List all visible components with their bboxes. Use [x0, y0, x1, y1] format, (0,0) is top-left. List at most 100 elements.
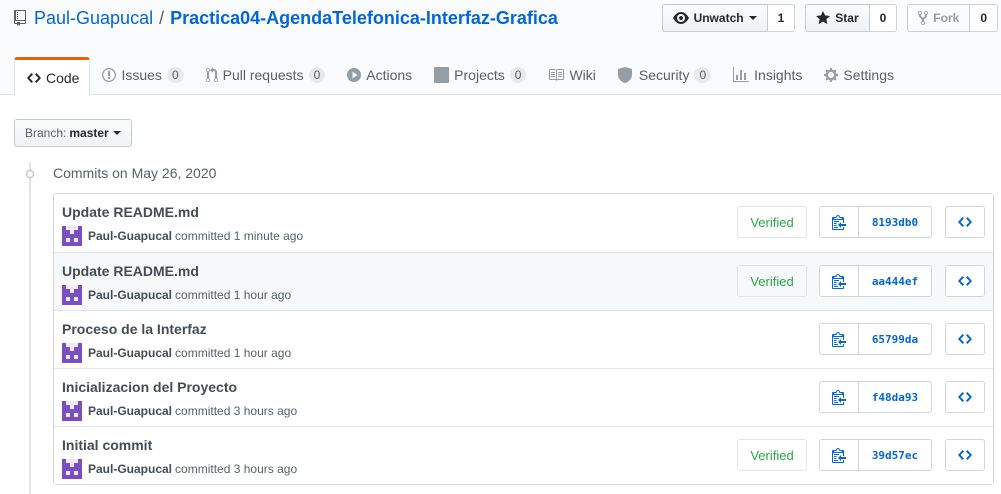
browse-files-button[interactable] — [945, 265, 985, 297]
commit-time: 3 hours ago — [233, 462, 298, 476]
watch-group: Unwatch 1 — [661, 4, 796, 32]
commit-sha-group: f48da93 — [819, 381, 932, 413]
unwatch-label: Unwatch — [693, 11, 744, 25]
branch-value: master — [69, 126, 109, 140]
verified-badge[interactable]: Verified — [737, 439, 807, 471]
commit-sha-link[interactable]: 65799da — [859, 323, 932, 355]
tab-insights-label: Insights — [754, 67, 803, 83]
eye-icon — [672, 12, 689, 24]
tab-security-label: Security — [638, 67, 690, 83]
tab-settings-label: Settings — [843, 67, 894, 83]
graph-icon — [733, 67, 750, 82]
verified-badge[interactable]: Verified — [737, 265, 807, 297]
commits-date-heading: Commits on May 26, 2020 — [53, 165, 217, 181]
fork-icon — [918, 10, 929, 26]
commit-message[interactable]: Update README.md — [62, 204, 199, 220]
commit-list: Update README.md Paul-Guapucal committed… — [53, 193, 994, 485]
commit-meta: Paul-Guapucal committed 1 hour ago — [62, 285, 291, 305]
unwatch-button[interactable]: Unwatch — [661, 4, 768, 32]
commit-sha-group: 65799da — [819, 323, 932, 355]
tab-actions-label: Actions — [366, 67, 413, 83]
tab-wiki[interactable]: Wiki — [536, 57, 605, 95]
branch-select-button[interactable]: Branch: master — [14, 119, 132, 147]
stargazers-count[interactable]: 0 — [869, 4, 898, 32]
commit-author[interactable]: Paul-Guapucal — [88, 229, 172, 243]
commit-message[interactable]: Inicializacion del Proyecto — [62, 379, 237, 395]
avatar[interactable] — [62, 401, 82, 421]
avatar[interactable] — [62, 226, 82, 246]
star-label: Star — [835, 11, 859, 25]
repo-actions: Unwatch 1 Star 0 Fork 0 — [652, 4, 998, 32]
commit-meta: Paul-Guapucal committed 3 hours ago — [62, 401, 297, 421]
commit-author[interactable]: Paul-Guapucal — [88, 346, 172, 360]
watchers-count[interactable]: 1 — [767, 4, 796, 32]
avatar[interactable] — [62, 285, 82, 305]
avatar[interactable] — [62, 459, 82, 479]
commit-time: 1 minute ago — [233, 229, 304, 243]
avatar[interactable] — [62, 343, 82, 363]
commit-sha-group: 39d57ec — [819, 439, 932, 471]
commit-author[interactable]: Paul-Guapucal — [88, 404, 172, 418]
tab-pull-requests-label: Pull requests — [222, 67, 304, 83]
caret-down-icon — [112, 131, 121, 135]
commit-action: committed — [175, 462, 231, 476]
browse-files-button[interactable] — [945, 439, 985, 471]
commit-sha-link[interactable]: 8193db0 — [859, 206, 932, 238]
commit-sha-link[interactable]: aa444ef — [859, 265, 932, 297]
commit-message[interactable]: Update README.md — [62, 263, 199, 279]
browse-files-button[interactable] — [945, 381, 985, 413]
commit-row: Initial commit Paul-Guapucal committed 3… — [54, 426, 993, 484]
commit-sha-link[interactable]: f48da93 — [859, 381, 932, 413]
commit-message[interactable]: Proceso de la Interfaz — [62, 321, 207, 337]
path-separator: / — [159, 7, 165, 28]
repo-title: Paul-Guapucal / Practica04-AgendaTelefon… — [14, 6, 558, 30]
forks-count[interactable]: 0 — [970, 4, 998, 32]
tab-insights[interactable]: Insights — [721, 57, 812, 95]
tab-settings[interactable]: Settings — [812, 57, 904, 95]
copy-sha-button[interactable] — [819, 323, 859, 355]
commit-time: 1 hour ago — [233, 346, 292, 360]
code-icon — [958, 450, 972, 460]
copy-sha-button[interactable] — [819, 381, 859, 413]
repo-owner-link[interactable]: Paul-Guapucal — [34, 8, 153, 29]
tab-issues[interactable]: Issues 0 — [90, 57, 193, 95]
repo-name-link[interactable]: Practica04-AgendaTelefonica-Interfaz-Gra… — [170, 8, 558, 29]
commit-action: committed — [175, 288, 231, 302]
verified-badge[interactable]: Verified — [737, 206, 807, 238]
commit-author[interactable]: Paul-Guapucal — [88, 288, 172, 302]
star-button[interactable]: Star — [805, 4, 870, 32]
issues-counter: 0 — [166, 67, 184, 83]
commit-row: Inicializacion del Proyecto Paul-Guapuca… — [54, 368, 993, 426]
pull-request-icon — [205, 67, 218, 83]
copy-sha-button[interactable] — [819, 206, 859, 238]
fork-button[interactable]: Fork — [907, 4, 971, 32]
fork-group: Fork 0 — [907, 4, 998, 32]
copy-sha-button[interactable] — [819, 439, 859, 471]
commit-row: Update README.md Paul-Guapucal committed… — [54, 194, 993, 252]
clipboard-icon — [832, 390, 846, 405]
commit-action: committed — [175, 404, 231, 418]
tab-code[interactable]: Code — [14, 57, 91, 96]
browse-files-button[interactable] — [945, 206, 985, 238]
commit-meta: Paul-Guapucal committed 1 hour ago — [62, 343, 291, 363]
caret-down-icon — [748, 16, 757, 20]
code-icon — [958, 334, 972, 344]
copy-sha-button[interactable] — [819, 265, 859, 297]
pull-requests-counter: 0 — [308, 67, 326, 83]
commit-sha-link[interactable]: 39d57ec — [859, 439, 932, 471]
commit-meta: Paul-Guapucal committed 3 hours ago — [62, 459, 297, 479]
tab-security[interactable]: Security 0 — [606, 57, 721, 95]
tab-code-label: Code — [46, 69, 80, 86]
commit-meta: Paul-Guapucal committed 1 minute ago — [62, 226, 303, 246]
tab-pull-requests[interactable]: Pull requests 0 — [194, 57, 336, 95]
browse-files-button[interactable] — [945, 323, 985, 355]
clipboard-icon — [832, 332, 846, 347]
issue-icon — [102, 68, 117, 82]
commit-author[interactable]: Paul-Guapucal — [88, 462, 172, 476]
clipboard-icon — [832, 274, 846, 289]
project-icon — [434, 67, 450, 83]
tab-projects[interactable]: Projects 0 — [422, 57, 536, 95]
commit-message[interactable]: Initial commit — [62, 437, 152, 453]
commit-sha-group: 8193db0 — [819, 206, 932, 238]
tab-actions[interactable]: Actions — [335, 57, 422, 95]
